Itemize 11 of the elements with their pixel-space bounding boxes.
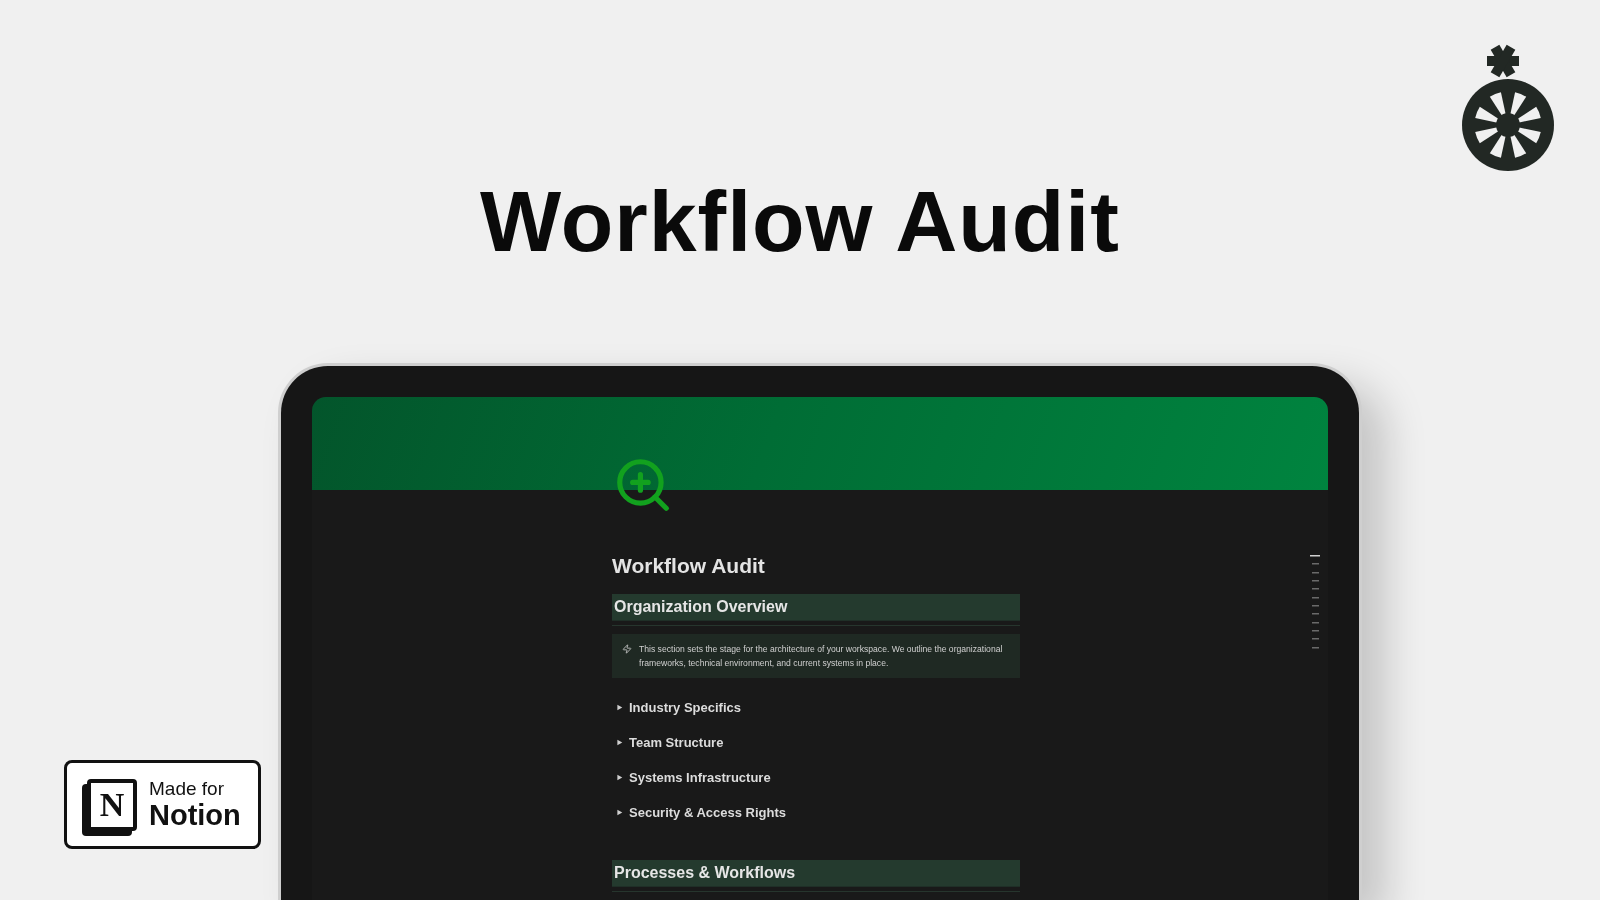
- callout-text: This section sets the stage for the architecture of your workspace. We outline the organizational frameworks, technical environment, and current systems in place.: [639, 643, 1004, 670]
- section-heading: Organization Overview: [612, 594, 1020, 621]
- badge-title: Notion: [149, 799, 241, 831]
- badge-caption: Made for: [149, 778, 225, 800]
- section-heading: Processes & Workflows: [612, 860, 1020, 887]
- toggle-item[interactable]: Team Structure: [629, 735, 724, 750]
- headline: Workflow Audit: [480, 178, 1120, 264]
- toggle-item[interactable]: Security & Access Rights: [629, 805, 787, 820]
- page-title: Workflow Audit: [612, 554, 766, 578]
- toggle-item[interactable]: Industry Specifics: [629, 700, 741, 715]
- toggle-item[interactable]: Systems Infrastructure: [629, 770, 771, 785]
